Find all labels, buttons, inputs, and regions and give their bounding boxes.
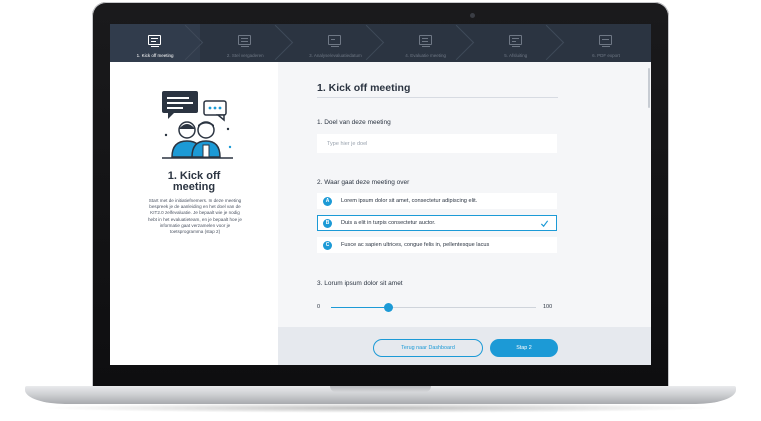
next-step-button[interactable]: Stap 2 — [490, 339, 558, 357]
check-icon — [540, 220, 549, 228]
pdf-icon — [598, 34, 614, 49]
scrollbar[interactable] — [648, 68, 650, 108]
form-panel: 1. Kick off meeting 1. Doel van deze mee… — [278, 62, 651, 365]
option-text: Lorem ipsum dolor sit amet, consectetur … — [341, 198, 478, 204]
step-label: 4. Evaluatie meeting — [405, 53, 446, 58]
goal-input[interactable] — [317, 134, 557, 153]
laptop-notch — [330, 386, 431, 392]
step-pdf-export[interactable]: 6. PDF export — [561, 24, 651, 62]
slider-fill — [331, 307, 389, 308]
divider — [317, 97, 558, 98]
step-title: 1. Kick off meeting — [167, 170, 221, 193]
option-badge: C — [323, 240, 332, 250]
meeting-icon — [147, 34, 163, 49]
step-label: 2. Stel vergaderen — [226, 53, 264, 58]
progress-stepper: 1. Kick off meeting 2. Stel vergaderen 3… — [110, 24, 651, 62]
step-evaluatie[interactable]: 4. Evaluatie meeting — [381, 24, 471, 62]
back-to-dashboard-button[interactable]: Terug naar Dashboard — [373, 339, 483, 357]
slider-track[interactable] — [331, 307, 536, 308]
option-c[interactable]: C Fusce ac sapien ultrices, congue felis… — [317, 237, 557, 253]
question-3-label: 3. Lorum ipsum dolor sit amet — [317, 280, 403, 287]
option-text: Duis a elit in turpis consectetur auctor… — [341, 220, 436, 226]
monitor-search-icon — [327, 34, 343, 49]
slider-min-label: 0 — [317, 304, 321, 310]
document-icon — [237, 34, 253, 49]
meeting-people-illustration — [162, 91, 233, 159]
slider-thumb[interactable] — [383, 303, 393, 312]
option-badge: A — [323, 196, 332, 206]
app-screen: 1. Kick off meeting 2. Stel vergaderen 3… — [110, 24, 651, 365]
clipboard-icon — [418, 34, 434, 49]
question-2-label: 2. Waar gaat deze meeting over — [317, 179, 410, 186]
step-afsluiting[interactable]: 5. Afsluiting — [471, 24, 561, 62]
step-label: 6. PDF export — [592, 53, 620, 58]
option-b[interactable]: B Duis a elit in turpis consectetur auct… — [317, 215, 557, 231]
option-text: Fusce ac sapien ultrices, congue felis i… — [341, 242, 490, 248]
step-vergaderen[interactable]: 2. Stel vergaderen — [200, 24, 290, 62]
option-badge: B — [323, 218, 332, 228]
step-kick-off[interactable]: 1. Kick off meeting — [110, 24, 201, 62]
laptop-shadow — [40, 403, 721, 413]
option-a[interactable]: A Lorem ipsum dolor sit amet, consectetu… — [317, 193, 557, 209]
form-footer: Terug naar Dashboard Stap 2 — [278, 327, 651, 365]
slider-max-label: 100 — [543, 304, 553, 310]
step-label: 5. Afsluiting — [504, 53, 528, 58]
step-analyse[interactable]: 3. Analyse/evaluatiedatum — [290, 24, 380, 62]
step-info-panel: 1. Kick off meeting Start met de initiat… — [110, 62, 278, 365]
step-label: 1. Kick off meeting — [136, 53, 174, 58]
checklist-icon — [508, 34, 524, 49]
page-title: 1. Kick off meeting — [317, 82, 411, 94]
step-label: 3. Analyse/evaluatiedatum — [309, 53, 362, 58]
camera-icon — [470, 13, 475, 18]
step-description: Start met de initiatiefnemers. In deze m… — [148, 198, 242, 235]
question-1-label: 1. Doel van deze meeting — [317, 119, 391, 126]
